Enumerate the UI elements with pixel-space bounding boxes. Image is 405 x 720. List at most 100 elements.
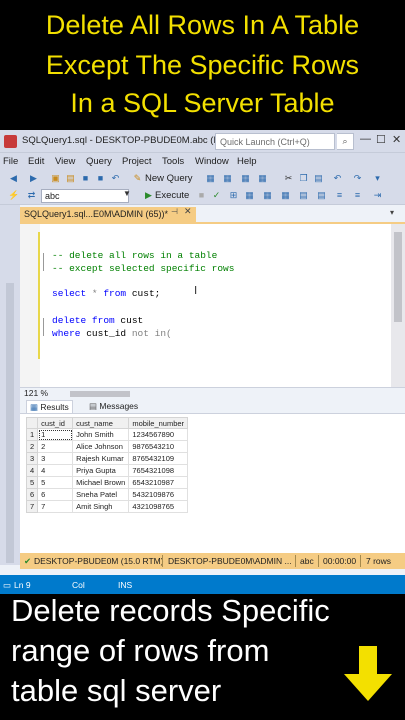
- forward-icon[interactable]: ▶: [28, 173, 39, 184]
- display-plan-icon[interactable]: ⊞: [228, 190, 239, 201]
- results-to-file-icon[interactable]: ▤: [316, 190, 327, 201]
- table-cell[interactable]: 4321098765: [128, 500, 189, 513]
- column-header[interactable]: mobile_number: [128, 417, 189, 429]
- menu-view[interactable]: View: [55, 156, 75, 167]
- tab-results[interactable]: ▦ Results: [26, 400, 73, 413]
- menu-window[interactable]: Window: [195, 156, 229, 167]
- table-cell[interactable]: Amit Singh: [72, 500, 130, 513]
- table-cell[interactable]: Rajesh Kumar: [72, 452, 130, 465]
- status-bar: ▭ Ln 9 Col INS: [0, 575, 405, 594]
- execute-icon[interactable]: ▶: [145, 190, 152, 201]
- table-cell[interactable]: 7654321098: [128, 464, 189, 477]
- table-cell[interactable]: 5: [37, 476, 74, 489]
- indent-icon[interactable]: ⇥: [372, 190, 383, 201]
- cut-icon[interactable]: ✂: [283, 173, 294, 184]
- minimize-button[interactable]: —: [360, 133, 371, 145]
- database-engine-query-icon[interactable]: ▦: [205, 173, 216, 184]
- tab-messages[interactable]: ▤ Messages: [86, 400, 141, 413]
- fold-guide: [43, 253, 48, 271]
- paste-icon[interactable]: ▤: [313, 173, 324, 184]
- menu-tools[interactable]: Tools: [162, 156, 184, 167]
- back-icon[interactable]: ◀: [8, 173, 19, 184]
- table-cell[interactable]: 9876543210: [128, 440, 189, 453]
- table-cell[interactable]: 2: [37, 440, 74, 453]
- execute-button[interactable]: Execute: [155, 190, 189, 201]
- bottom-caption-line-2: range of rows from: [11, 633, 270, 668]
- row-number[interactable]: 3: [25, 452, 39, 465]
- chevron-down-icon[interactable]: ▼: [123, 189, 131, 198]
- menu-edit[interactable]: Edit: [28, 156, 44, 167]
- table-cell[interactable]: 4: [37, 464, 74, 477]
- table-cell[interactable]: Priya Gupta: [72, 464, 130, 477]
- table-cell[interactable]: 1: [37, 428, 74, 441]
- editor-horizontal-scrollbar[interactable]: [70, 391, 130, 397]
- table-cell[interactable]: 1234567890: [128, 428, 189, 441]
- undo-icon[interactable]: ↶: [332, 173, 343, 184]
- pin-icon[interactable]: ⊣: [171, 207, 178, 216]
- menu-query[interactable]: Query: [86, 156, 112, 167]
- query-designer-icon[interactable]: ▦: [244, 190, 255, 201]
- uncomment-icon[interactable]: ≡: [352, 190, 363, 201]
- editor-vertical-scrollbar[interactable]: [391, 224, 405, 387]
- table-cell[interactable]: 6: [37, 488, 74, 501]
- table-cell[interactable]: John Smith: [72, 428, 130, 441]
- row-number[interactable]: 7: [25, 500, 39, 513]
- save-icon[interactable]: ■: [80, 173, 91, 184]
- close-window-button[interactable]: ✕: [392, 133, 401, 146]
- cancel-query-icon[interactable]: ■: [196, 190, 207, 201]
- elapsed-time: 00:00:00: [323, 556, 357, 566]
- parse-icon[interactable]: ✓: [211, 190, 222, 201]
- scroll-thumb[interactable]: [394, 232, 402, 322]
- save-all-icon[interactable]: ■: [95, 173, 106, 184]
- results-to-grid-icon[interactable]: ▦: [262, 190, 273, 201]
- table-cell[interactable]: Michael Brown: [72, 476, 130, 489]
- menu-file[interactable]: File: [3, 156, 18, 167]
- comment-icon[interactable]: ≡: [334, 190, 345, 201]
- table-cell[interactable]: Alice Johnson: [72, 440, 130, 453]
- dmx-query-icon[interactable]: ▦: [257, 173, 268, 184]
- maximize-button[interactable]: ☐: [376, 133, 386, 146]
- available-databases-select[interactable]: abc: [41, 189, 129, 203]
- row-number[interactable]: 5: [25, 476, 39, 489]
- analysis-query-icon[interactable]: ▦: [222, 173, 233, 184]
- quick-launch-input[interactable]: Quick Launch (Ctrl+Q): [215, 133, 335, 150]
- undo-history-icon[interactable]: ↶: [110, 173, 121, 184]
- new-project-icon[interactable]: ▣: [50, 173, 61, 184]
- table-cell[interactable]: 8765432109: [128, 452, 189, 465]
- redo-icon[interactable]: ↷: [352, 173, 363, 184]
- new-query-icon[interactable]: ✎: [132, 173, 143, 184]
- include-plan-icon[interactable]: ▦: [280, 190, 291, 201]
- column-header[interactable]: cust_id: [37, 417, 74, 429]
- change-connection-icon[interactable]: ⇄: [26, 190, 37, 201]
- menu-project[interactable]: Project: [122, 156, 152, 167]
- window-title: SQLQuery1.sql - DESKTOP-PBUDE0M.abc (DES…: [22, 135, 241, 146]
- mdx-query-icon[interactable]: ▦: [240, 173, 251, 184]
- zoom-level[interactable]: 121 %: [24, 388, 48, 398]
- search-icon[interactable]: ⌕: [337, 133, 354, 150]
- query-editor[interactable]: -- delete all rows in a table -- except …: [20, 222, 405, 387]
- tab-sqlquery1[interactable]: SQLQuery1.sql...E0M\ADMIN (65))*: [20, 207, 196, 222]
- new-query-button[interactable]: New Query: [145, 173, 193, 184]
- table-cell[interactable]: Sneha Patel: [72, 488, 130, 501]
- copy-icon[interactable]: ❐: [298, 173, 309, 184]
- open-folder-icon[interactable]: ▤: [65, 173, 76, 184]
- table-cell[interactable]: 3: [37, 452, 74, 465]
- object-explorer-rail[interactable]: [0, 205, 20, 565]
- table-cell[interactable]: 5432109876: [128, 488, 189, 501]
- table-cell[interactable]: 7: [37, 500, 74, 513]
- column-header[interactable]: cust_name: [72, 417, 130, 429]
- top-caption-line-3: In a SQL Server Table: [70, 88, 335, 118]
- row-number[interactable]: 1: [25, 428, 39, 441]
- row-number[interactable]: 2: [25, 440, 39, 453]
- code-line: select * from cust;: [52, 288, 161, 299]
- table-cell[interactable]: 6543210987: [128, 476, 189, 489]
- results-to-text-icon[interactable]: ▤: [298, 190, 309, 201]
- tab-list-chevron-icon[interactable]: ▾: [390, 208, 394, 217]
- toolbar-more-icon[interactable]: ▾: [372, 173, 383, 184]
- bottom-caption-line-3: table sql server: [11, 673, 222, 708]
- close-icon[interactable]: ✕: [184, 206, 192, 217]
- menu-help[interactable]: Help: [237, 156, 257, 167]
- row-number[interactable]: 4: [25, 464, 39, 477]
- row-number[interactable]: 6: [25, 488, 39, 501]
- connect-icon[interactable]: ⚡: [8, 190, 19, 201]
